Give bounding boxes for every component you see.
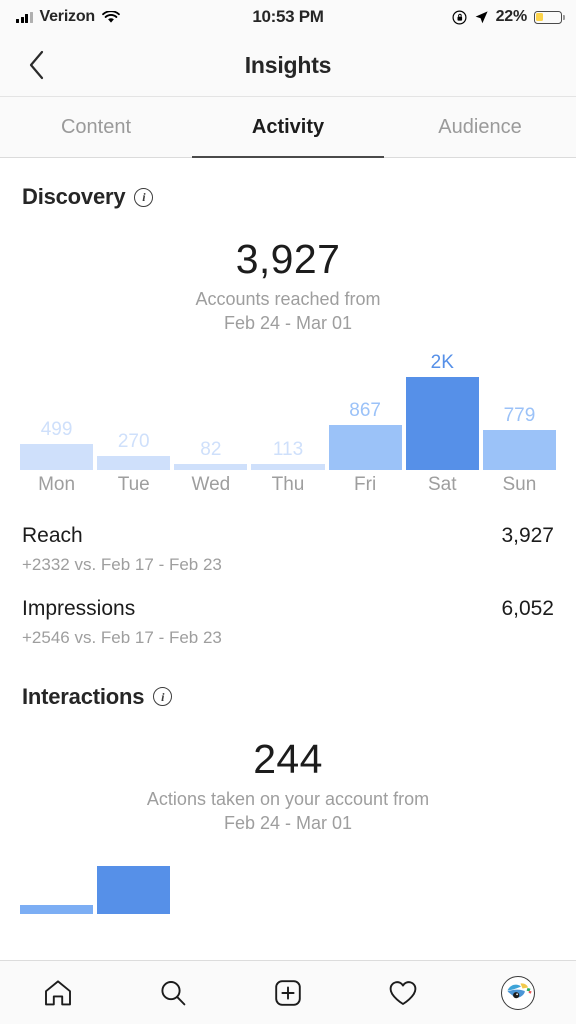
bar-column-tue: 270 (97, 352, 171, 470)
discovery-caption: Accounts reached from Feb 24 - Mar 01 (0, 288, 576, 336)
bar-xlabel-fri: Fri (354, 473, 377, 495)
info-icon[interactable]: i (153, 687, 173, 707)
discovery-heading: Discovery (22, 184, 126, 209)
bar-xlabel-sat: Sat (428, 473, 457, 495)
home-icon (44, 979, 71, 1005)
interactions-section-header: Interactions i (0, 648, 576, 710)
metric-impressions-top: Impressions 6,052 (22, 597, 554, 621)
bottom-nav-search[interactable] (115, 977, 230, 1009)
bar-xlabel-sun: Sun (502, 473, 537, 495)
discovery-summary: 3,927 Accounts reached from Feb 24 - Mar… (0, 236, 576, 336)
discovery-caption-line2: Feb 24 - Mar 01 (223, 312, 353, 333)
heart-icon (389, 980, 417, 1005)
interactions-caption-line2: Feb 24 - Mar 01 (223, 812, 353, 833)
metric-reach-value: 3,927 (501, 523, 554, 547)
metric-row-impressions[interactable]: Impressions 6,052 +2546 vs. Feb 17 - Feb… (0, 575, 576, 648)
back-button[interactable] (14, 34, 60, 96)
battery-low-power-icon (534, 10, 565, 24)
bottom-nav-activity[interactable] (346, 977, 461, 1009)
bar-column-wed: 82 (174, 352, 248, 470)
metric-impressions-value: 6,052 (501, 596, 554, 620)
page-title: Insights (244, 51, 332, 78)
bar-sun (482, 429, 556, 470)
metric-impressions-name: Impressions (22, 596, 136, 620)
insights-tab-bar: Content Activity Audience (0, 96, 576, 158)
discovery-bar-chart: 499 270 82 113 867 2K 779 Mon Tue Wed Thu Fri Sat Su… (0, 352, 576, 502)
bar-mon (20, 443, 94, 470)
info-icon[interactable]: i (134, 187, 154, 207)
bar-xlabel-thu: Thu (271, 473, 305, 495)
bar-value-label-fri: 867 (349, 399, 381, 421)
interactions-big-value: 244 (253, 735, 323, 782)
bar-value-label-sat: 2K (430, 351, 454, 373)
tab-activity[interactable]: Activity (192, 97, 384, 158)
bar-thu (251, 463, 325, 470)
interactions-summary: 244 Actions taken on your account from F… (0, 736, 576, 836)
bar-column-sun: 779 (482, 352, 556, 470)
bar-xlabel-wed: Wed (191, 473, 231, 495)
metric-reach-name: Reach (22, 523, 83, 547)
interactions-caption-line1: Actions taken on your account from (146, 788, 430, 809)
bar-wed (174, 463, 248, 470)
metric-reach-comparison: +2332 vs. Feb 17 - Feb 23 (22, 554, 222, 574)
bar-column-mon: 499 (20, 352, 94, 470)
bar-xlabel-mon: Mon (38, 473, 76, 495)
avatar-image (503, 977, 534, 1008)
bottom-nav-add-post[interactable] (230, 977, 345, 1009)
rotation-lock-icon (452, 9, 467, 25)
bottom-nav-bar (0, 960, 576, 1024)
battery-percent-label: 22% (495, 8, 528, 25)
bar-fri (328, 424, 402, 470)
metric-impressions-comparison: +2546 vs. Feb 17 - Feb 23 (22, 627, 222, 647)
bottom-nav-home[interactable] (0, 977, 115, 1009)
bar-value-label-thu: 113 (272, 438, 304, 460)
bar-value-label-tue: 270 (117, 430, 150, 452)
bar-column-thu: 113 (251, 352, 325, 470)
tab-audience[interactable]: Audience (384, 97, 576, 157)
metric-reach-top: Reach 3,927 (22, 524, 554, 548)
bar-value-label-sun: 779 (503, 404, 536, 426)
discovery-section-header: Discovery i (0, 158, 576, 210)
insights-content: Discovery i 3,927 Accounts reached from … (0, 158, 576, 914)
bar-sat (405, 376, 479, 470)
bar-value-label-wed: 82 (200, 438, 222, 460)
status-bar-right: 22% (452, 0, 565, 34)
bar-tue (97, 455, 171, 470)
chevron-left-icon (29, 50, 44, 80)
search-icon (161, 980, 186, 1005)
interactions-bar-mon (20, 904, 94, 914)
bottom-nav-profile[interactable] (461, 975, 576, 1010)
bar-xlabel-tue: Tue (117, 473, 150, 495)
interactions-caption: Actions taken on your account from Feb 2… (0, 788, 576, 836)
discovery-chart-xaxis: Mon Tue Wed Thu Fri Sat Sun (20, 474, 556, 496)
add-post-icon (275, 979, 301, 1006)
interactions-bar-chart (0, 852, 576, 914)
interactions-chart-bars (20, 852, 556, 914)
bar-column-sat: 2K (405, 351, 479, 470)
metric-row-reach[interactable]: Reach 3,927 +2332 vs. Feb 17 - Feb 23 (0, 502, 576, 575)
bar-column-fri: 867 (328, 352, 402, 470)
discovery-caption-line1: Accounts reached from (195, 289, 381, 309)
bar-value-label-mon: 499 (40, 418, 73, 440)
profile-avatar-icon (501, 975, 536, 1010)
status-bar: Verizon 10:53 PM 22% (0, 0, 576, 34)
discovery-chart-bars: 499 270 82 113 867 2K 779 (20, 352, 556, 470)
discovery-big-value: 3,927 (235, 236, 341, 282)
interactions-heading: Interactions (22, 683, 145, 709)
nav-bar: Insights (0, 34, 576, 96)
tab-content[interactable]: Content (0, 97, 192, 157)
location-arrow-icon (475, 10, 488, 23)
interactions-bar-tue (97, 865, 171, 914)
